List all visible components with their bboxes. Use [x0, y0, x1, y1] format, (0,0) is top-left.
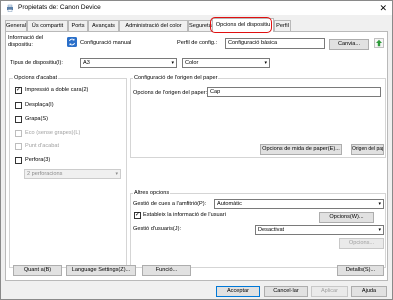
ok-button[interactable]: Acceptar [216, 286, 260, 297]
tab-highlight-annotation [210, 17, 272, 33]
profile-label: Perfil de config.: [177, 40, 218, 46]
user-management-label: Gestió d'usuaris(J): [133, 226, 182, 232]
tab-ports[interactable]: Ports [68, 20, 88, 31]
staple-label: Grapa(S) [25, 116, 49, 122]
user-info-label: Estableix la informació de l'usuari [143, 212, 226, 218]
user-management-options-button[interactable]: Opcions... [339, 238, 384, 249]
finishing-point-checkbox[interactable] [15, 143, 22, 150]
offset-label: Desplaça(I) [25, 102, 54, 108]
paper-source-option-label: Opcions de l'origen del paper: [133, 90, 208, 96]
details-button[interactable]: Detalls(S)... [337, 265, 384, 276]
device-color-select[interactable]: Color ▾ [182, 58, 270, 68]
printer-icon [7, 4, 13, 12]
tab-general[interactable]: General [5, 20, 27, 31]
finishing-group-title: Opcions d'acabat [13, 75, 59, 81]
user-management-select[interactable]: Desactivat ▾ [255, 225, 384, 235]
spool-label: Gestió de cues a l'amfitrió(P): [133, 201, 207, 207]
punch-checkbox[interactable] [15, 157, 22, 164]
device-settings-panel: Informació del dispositiu: Configuració … [5, 31, 388, 281]
punch-holes-select[interactable]: 2 perforacions ▾ [24, 169, 121, 179]
tab-bar: General Ús compartit Ports Avançats Admi… [5, 18, 387, 32]
spool-value: Automàtic [217, 201, 242, 207]
paper-source-group-title: Configuració de l'origen del paper [133, 75, 219, 81]
chevron-down-icon: ▾ [171, 60, 174, 66]
device-color-value: Color [185, 60, 199, 66]
tab-profile[interactable]: Perfil [274, 20, 291, 31]
user-info-checkbox[interactable]: ✓ [134, 212, 141, 219]
user-info-options-button[interactable]: Opcions(W)... [319, 212, 374, 223]
title-bar: Propietats de: Canon Device ✕ [1, 1, 392, 15]
offset-checkbox[interactable] [15, 102, 22, 109]
duplex-checkbox[interactable]: ✓ [15, 87, 22, 94]
refresh-icon[interactable] [67, 37, 77, 47]
duplex-label: Impressió a doble cara(2) [25, 87, 89, 93]
chevron-down-icon: ▾ [378, 201, 381, 207]
function-button[interactable]: Funció... [142, 265, 191, 276]
device-type-label: Tipus de dispositiu(I): [10, 60, 63, 66]
chevron-down-icon: ▾ [115, 171, 118, 177]
eco-staple-checkbox[interactable] [15, 130, 22, 137]
change-profile-button[interactable]: Canvia... [329, 39, 369, 50]
punch-holes-value: 2 perforacions [27, 171, 63, 177]
window-title: Propietats de: Canon Device [18, 4, 101, 11]
other-options-group-title: Altres opcions [133, 190, 171, 196]
chevron-down-icon: ▾ [378, 227, 381, 233]
punch-label: Perfora(3) [25, 157, 51, 163]
tab-sharing[interactable]: Ús compartit [27, 20, 68, 31]
manual-config-label: Configuració manual [80, 40, 132, 46]
cancel-button[interactable]: Cancel·lar [264, 286, 308, 297]
properties-window: Propietats de: Canon Device ✕ General Ús… [0, 0, 393, 300]
paper-source-button[interactable]: Origen del paper(2)... [351, 144, 384, 155]
apply-button[interactable]: Aplicar [311, 286, 348, 297]
tab-color-management[interactable]: Administració del color [119, 20, 188, 31]
chevron-down-icon: ▾ [264, 60, 267, 66]
tab-advanced[interactable]: Avançats [88, 20, 119, 31]
about-button[interactable]: Quant a(B) [13, 265, 62, 276]
finishing-point-label: Punt d'acabat [25, 143, 60, 149]
device-info-label: Informació del dispositiu: [8, 35, 44, 48]
user-management-value: Desactivat [258, 227, 285, 233]
spool-select[interactable]: Automàtic ▾ [214, 199, 384, 209]
upload-icon[interactable] [374, 38, 384, 48]
eco-staple-label: Eco (sense grapes)(L) [25, 130, 81, 136]
language-settings-button[interactable]: Language Settings(Z)... [66, 265, 136, 276]
profile-field[interactable]: Configuració bàsica [225, 38, 325, 49]
help-button[interactable]: Ajuda [351, 286, 387, 297]
device-size-select[interactable]: A3 ▾ [80, 58, 177, 68]
staple-checkbox[interactable] [15, 116, 22, 123]
close-icon[interactable]: ✕ [379, 2, 387, 14]
paper-source-option-field[interactable]: Cap [207, 87, 381, 97]
device-size-value: A3 [83, 60, 90, 66]
paper-size-options-button[interactable]: Opcions de mida de paper(E)... [260, 144, 342, 155]
